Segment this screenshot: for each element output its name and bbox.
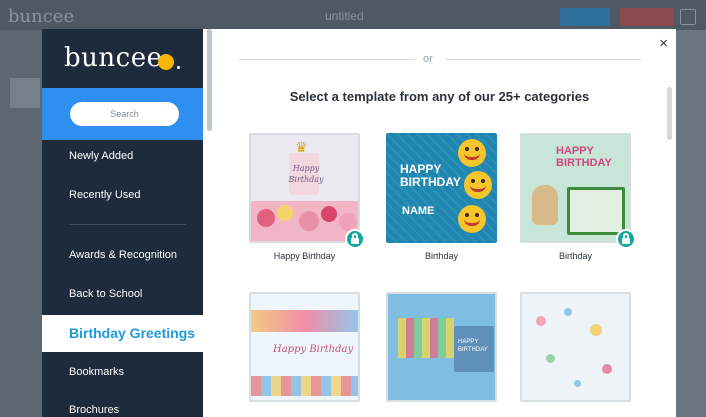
card-art-text: HAPPY BIRTHDAY	[400, 162, 461, 189]
template-thumbnail	[520, 292, 631, 402]
sidebar-item-awards-recognition[interactable]: Awards & Recognition	[42, 240, 203, 270]
template-thumbnail: HAPPY BIRTHDAY	[386, 292, 497, 402]
sidebar-item-back-to-school[interactable]: Back to School	[42, 279, 203, 309]
template-card[interactable]: ♛ Happy Birthday Happy Birthday	[249, 133, 365, 261]
background-title: untitled	[325, 9, 364, 23]
template-modal: buncee Newly Added Recently Used Awards …	[42, 29, 676, 417]
template-gallery: × or Select a template from any of our 2…	[203, 29, 676, 417]
watercolor-band	[251, 310, 358, 332]
ribbon-stripe	[251, 376, 358, 396]
template-thumbnail: HAPPY BIRTHDAY	[520, 133, 631, 243]
card-art-text: Happy Birthday	[273, 344, 354, 355]
template-card[interactable]: Happy Birthday	[249, 292, 360, 402]
template-card[interactable]	[520, 292, 631, 402]
page-title: Select a template from any of our 25+ ca…	[289, 89, 590, 104]
balloon-banner	[398, 318, 454, 358]
template-card[interactable]: HAPPY BIRTHDAY NAME Birthday	[386, 133, 497, 261]
card-art-text: HAPPY BIRTHDAY	[458, 339, 488, 353]
flowers-illustration	[251, 201, 358, 241]
scrollbar[interactable]	[667, 87, 672, 140]
template-card[interactable]: HAPPY BIRTHDAY	[386, 292, 497, 402]
sidebar-item-newly-added[interactable]: Newly Added	[42, 141, 203, 171]
template-label: Birthday	[558, 251, 593, 261]
emoji-icon	[464, 171, 492, 199]
emoji-icon	[458, 139, 486, 167]
template-card[interactable]: HAPPY BIRTHDAY Birthday	[520, 133, 636, 261]
search-input[interactable]	[70, 102, 179, 126]
lock-icon	[616, 229, 636, 249]
logo-dot	[158, 54, 174, 70]
card-art-name: NAME	[402, 205, 435, 217]
background-button	[680, 9, 696, 25]
template-thumbnail: HAPPY BIRTHDAY NAME	[386, 133, 497, 243]
template-thumbnail: Happy Birthday	[249, 292, 360, 402]
background-button	[560, 8, 610, 26]
lock-icon	[345, 229, 365, 249]
divider-line	[239, 59, 415, 60]
template-label: Birthday	[424, 251, 459, 261]
sidebar-item-brochures[interactable]: Brochures	[42, 395, 203, 417]
buncee-logo: buncee	[64, 43, 163, 73]
sidebar-item-bookmarks[interactable]: Bookmarks	[42, 357, 203, 387]
logo-period	[177, 66, 180, 69]
sidebar-item-label: Birthday Greetings	[69, 325, 196, 341]
sidebar-divider	[69, 224, 186, 225]
category-sidebar: buncee Newly Added Recently Used Awards …	[42, 29, 203, 417]
template-thumbnail: ♛ Happy Birthday	[249, 133, 360, 243]
background-logo: buncee	[8, 6, 75, 27]
photo-frame	[567, 187, 625, 235]
emoji-icon	[458, 205, 486, 233]
card-art-text: Happy Birthday	[288, 164, 324, 184]
template-label: Happy Birthday	[273, 251, 336, 261]
close-icon[interactable]: ×	[659, 35, 668, 52]
or-divider: or	[423, 53, 433, 65]
divider-line	[445, 59, 641, 60]
background-tile	[10, 78, 40, 108]
sidebar-item-recently-used[interactable]: Recently Used	[42, 180, 203, 210]
background-button	[620, 8, 674, 26]
card-art-text: HAPPY BIRTHDAY	[556, 145, 612, 169]
sidebar-scrollbar[interactable]	[207, 29, 212, 131]
background-app-bar: buncee untitled	[0, 0, 706, 30]
animal-illustration	[532, 185, 558, 225]
